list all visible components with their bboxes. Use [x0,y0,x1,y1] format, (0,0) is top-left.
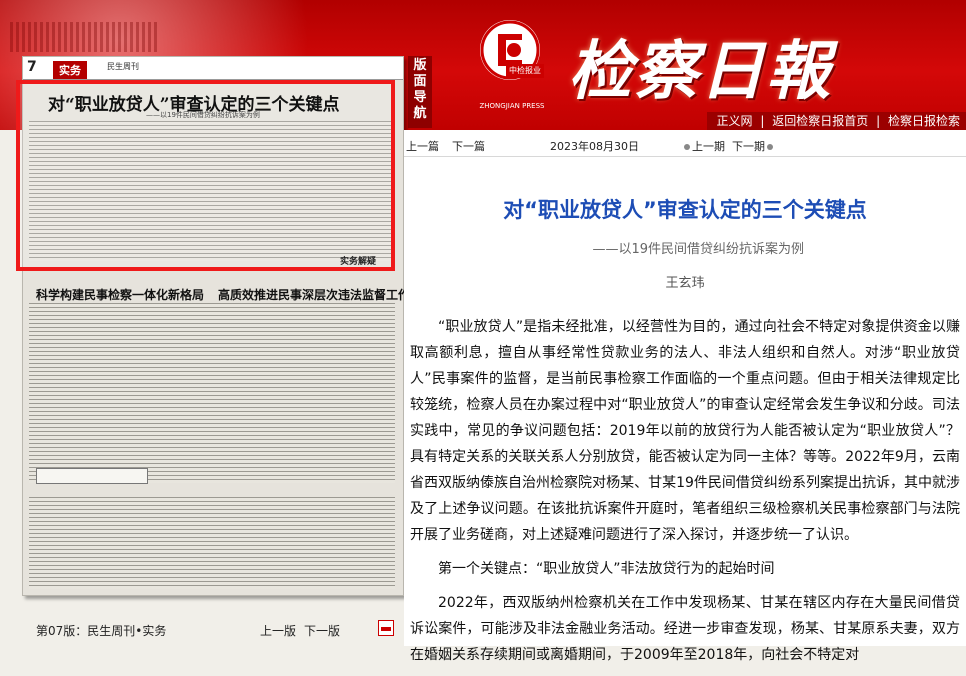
link-separator: | [760,114,765,128]
issue-date: 2023年08月30日 [550,140,639,153]
logo-press-name: ZHONGJIAN PRESS [479,102,545,110]
article-paragraph: “职业放贷人”是指未经批准，以经营性为目的，通过向社会不特定对象提供资金以赚取高… [410,319,960,543]
next-article-link[interactable]: 下一篇 [452,138,485,154]
article-subheading: 第一个关键点：“职业放贷人”非法放贷行为的起始时间 [438,561,775,577]
prev-article-link[interactable]: 上一篇 [406,138,439,154]
masthead-title: 检察日報 [568,34,832,109]
page-footer-nav: 第07版：民生周刊•实务 上一版 下一版 [22,614,402,642]
article-author: 王玄玮 [665,276,705,291]
page-label: 第07版：民生周刊•实务 [36,624,167,638]
article-paragraph: 2022年，西双版纳州检察机关在工作中发现杨某、甘某在辖区内存在大量民间借贷诉讼… [410,595,960,663]
article-nav-row: 上一篇 下一篇 2023年08月30日 上一期 下一期 [404,130,966,157]
newspaper-page-header: 7 实务 民生周刊 [23,57,403,80]
press-logo[interactable]: 中检报业 ZHONGJIAN PRESS [476,16,548,110]
article-body: “职业放贷人”是指未经批准，以经营性为目的，通过向社会不特定对象提供资金以赚取高… [410,314,960,676]
pdf-icon[interactable] [378,620,394,636]
section-badge: 实务 [53,61,87,79]
logo-seal: 中检报业 [506,64,544,78]
featured-article-subtitle: ——以19件民间借贷纠纷抗诉案为例 [146,111,260,119]
link-search[interactable]: 检察日报检索 [888,114,960,128]
next-issue-link[interactable]: 下一期 [732,138,775,154]
article-title: 对“职业放贷人”审查认定的三个关键点 [503,198,867,222]
link-separator: | [876,114,881,128]
next-page-link[interactable]: 下一版 [304,622,340,639]
weekly-label: 民生周刊 [107,62,139,71]
prev-issue-link[interactable]: 上一期 [684,138,725,154]
page-navigation-tag[interactable]: 版面导航 [408,56,432,128]
link-justice-net[interactable]: 正义网 [717,114,753,128]
bullet-icon [684,144,690,150]
newspaper-text-block [29,497,395,589]
column-label: 实务解疑 [340,257,377,267]
prev-page-link[interactable]: 上一版 [260,622,296,639]
newspaper-text-block [29,303,395,483]
top-links: 正义网 | 返回检察日报首页 | 检察日报检索 [706,112,966,130]
link-back-home[interactable]: 返回检察日报首页 [772,114,868,128]
bullet-icon [767,144,773,150]
article-headline-3[interactable]: 高质效推进民事深层次违法监督工作 [218,286,410,303]
article-subtitle: ——以19件民间借贷纠纷抗诉案为例 [592,242,804,257]
page-number: 7 [27,59,37,75]
article-headline-2[interactable]: 科学构建民事检察一体化新格局 [36,286,204,303]
article-panel: 上一篇 下一篇 2023年08月30日 上一期 下一期 对“职业放贷人”审查认定… [404,130,966,663]
sidebar-box [36,468,148,484]
header-skyline-decoration [10,22,160,52]
